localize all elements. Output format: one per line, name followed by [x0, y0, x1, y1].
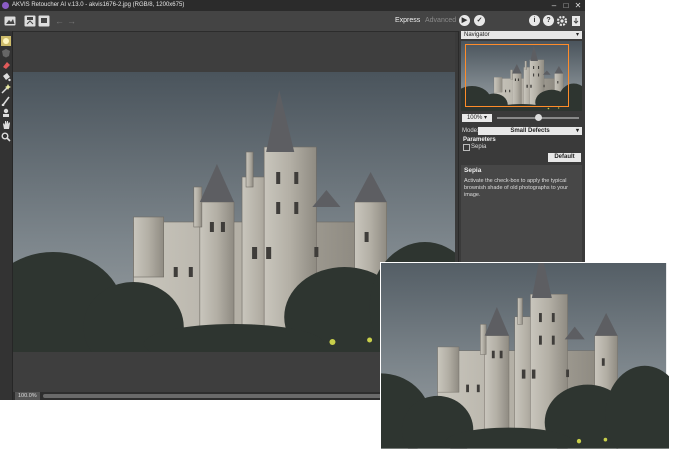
undo-icon[interactable]: ← [55, 15, 67, 27]
zoom-icon[interactable] [1, 129, 11, 142]
bucket-icon[interactable] [1, 69, 11, 82]
magic-wand-icon[interactable] [1, 81, 11, 94]
mode-select[interactable]: Small Defects ▾ [478, 127, 582, 135]
sepia-checkbox[interactable] [463, 144, 470, 151]
chevron-down-icon: ▾ [575, 32, 579, 38]
app-logo-icon [2, 2, 9, 9]
enlarged-photo [380, 262, 700, 474]
info-button[interactable]: i [529, 15, 540, 26]
horizontal-scrollbar[interactable] [43, 394, 388, 398]
advanced-mode-tab[interactable]: Advanced [425, 16, 456, 26]
minimize-button[interactable]: – [548, 0, 560, 11]
apply-button[interactable]: ✓ [474, 15, 485, 26]
zoom-select[interactable]: 100% ▾ [462, 114, 492, 122]
navigator-header[interactable]: Navigator ▾ [461, 31, 582, 39]
default-button[interactable]: Default [548, 153, 581, 162]
zoom-slider-handle[interactable] [534, 114, 542, 121]
zoom-readout: 100.0% [15, 392, 40, 400]
tools-panel [0, 31, 13, 400]
navigator-thumbnail[interactable] [461, 41, 582, 111]
sepia-label: Sepia [471, 144, 487, 150]
help-title: Sepia [464, 167, 482, 174]
eraser-icon[interactable] [1, 57, 11, 69]
save-image-icon[interactable] [24, 15, 36, 27]
hand-icon[interactable] [1, 117, 11, 129]
navigator-title: Navigator [464, 32, 490, 38]
smart-brush-icon[interactable] [1, 33, 11, 46]
shield-tool-icon[interactable] [1, 45, 11, 58]
settings-icon[interactable] [556, 15, 568, 27]
close-button[interactable]: ✕ [572, 0, 584, 11]
open-image-icon[interactable] [4, 15, 16, 27]
run-button[interactable]: ▶ [459, 15, 470, 26]
help-button[interactable]: ? [543, 15, 554, 26]
navigator-view-frame[interactable] [465, 44, 569, 107]
toolbar: ← → Express Advanced ▶ ✓ i ? [0, 11, 585, 32]
dropdown-arrow-icon: ▾ [575, 128, 579, 134]
redo-icon[interactable]: → [67, 15, 79, 27]
maximize-button[interactable]: □ [560, 0, 572, 11]
brush-icon[interactable] [1, 93, 11, 107]
window-title: AKVIS Retoucher AI v.13.0 - akvis1676-2.… [12, 2, 185, 8]
help-text: Activate the check-box to apply the typi… [464, 178, 568, 198]
share-icon[interactable] [570, 15, 582, 27]
mode-label: Mode: [462, 128, 479, 134]
title-bar: AKVIS Retoucher AI v.13.0 - akvis1676-2.… [0, 0, 585, 11]
print-icon[interactable] [38, 15, 50, 27]
express-mode-tab[interactable]: Express [395, 16, 420, 26]
clone-stamp-icon[interactable] [1, 105, 11, 117]
